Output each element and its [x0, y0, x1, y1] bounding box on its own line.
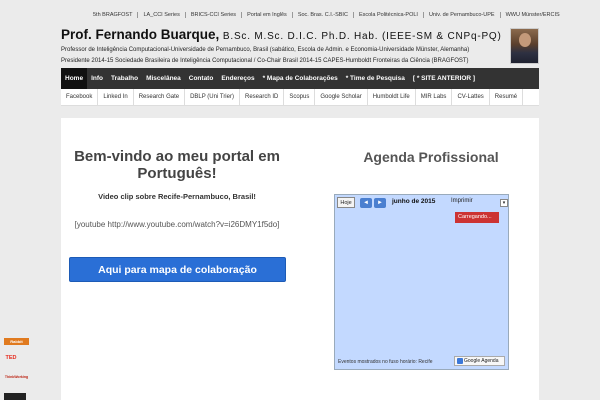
- subnav-scopus[interactable]: Scopus: [284, 88, 316, 106]
- ted-badge[interactable]: TED: [4, 355, 18, 362]
- subnav-humboldt-life[interactable]: Humboldt Life: [368, 88, 416, 106]
- youtube-embed-code: [youtube http://www.youtube.com/watch?v=…: [74, 220, 280, 229]
- calendar-timezone-note: Eventos mostrados no fuso horário: Recif…: [338, 359, 433, 365]
- calendar-widget[interactable]: Hoje ◄ ► junho de 2015 Imprimir ▾ Carreg…: [334, 194, 509, 370]
- calendar-loading-indicator: Carregando...: [455, 212, 499, 223]
- calendar-month-label: junho de 2015: [392, 198, 436, 205]
- top-link[interactable]: BRICS-CCI Series: [186, 12, 243, 18]
- nav-miscelanea[interactable]: Miscelânea: [142, 68, 185, 89]
- main-navigation: Home Info Trabalho Miscelânea Contato En…: [61, 68, 539, 89]
- top-link[interactable]: WWU Münster/ERCIS: [501, 12, 565, 18]
- top-link[interactable]: Soc. Bras. C.I.-SBIC: [293, 12, 354, 18]
- site-description-line1: Professor de Inteligência Computacional-…: [61, 47, 470, 53]
- nav-contato[interactable]: Contato: [185, 68, 218, 89]
- agenda-heading: Agenda Profissional: [363, 149, 499, 165]
- author-degrees: B.Sc. M.Sc. D.I.C. Ph.D. Hab.: [222, 31, 379, 42]
- calendar-dropdown-icon[interactable]: ▾: [500, 199, 508, 207]
- nav-enderecos[interactable]: Endereços: [217, 68, 258, 89]
- nav-time-pesquisa[interactable]: * Time de Pesquisa: [342, 68, 409, 89]
- nav-mapa-colaboracoes[interactable]: * Mapa de Colaborações: [259, 68, 342, 89]
- author-affiliation: (IEEE-SM & CNPq-PQ): [381, 31, 502, 42]
- secondary-navigation: Facebook Linked In Research Gate DBLP (U…: [61, 88, 539, 106]
- top-link[interactable]: Portal em Inglês: [242, 12, 293, 18]
- subnav-resume[interactable]: Resumé: [490, 88, 524, 106]
- calendar-next-icon[interactable]: ►: [374, 198, 386, 208]
- nav-trabalho[interactable]: Trabalho: [107, 68, 142, 89]
- subnav-dblp[interactable]: DBLP (Uni Trier): [185, 88, 240, 106]
- site-title[interactable]: Prof. Fernando Buarque, B.Sc. M.Sc. D.I.…: [61, 27, 502, 42]
- calendar-prev-icon[interactable]: ◄: [360, 198, 372, 208]
- welcome-heading: Bem-vindo ao meu portal em Português!: [74, 148, 280, 182]
- nav-home[interactable]: Home: [61, 68, 88, 89]
- subnav-google-scholar[interactable]: Google Scholar: [315, 88, 368, 106]
- calendar-print-button[interactable]: Imprimir: [451, 198, 473, 204]
- top-links-bar: 5th BRAGFOST LA_CCI Series BRICS-CCI Ser…: [88, 12, 565, 18]
- author-name: Prof. Fernando Buarque,: [61, 27, 220, 42]
- main-content: Bem-vindo ao meu portal em Português! Vi…: [61, 118, 539, 400]
- bottom-badge[interactable]: [4, 393, 26, 400]
- top-link[interactable]: Univ. de Pernambuco-UPE: [424, 12, 501, 18]
- subnav-research-id[interactable]: Research ID: [240, 88, 285, 106]
- top-link[interactable]: LA_CCI Series: [138, 12, 186, 18]
- video-clip-title: Video clip sobre Recife-Pernambuco, Bras…: [98, 192, 256, 201]
- subnav-research-gate[interactable]: Research Gate: [134, 88, 186, 106]
- nav-site-anterior[interactable]: [ * SITE ANTERIOR ]: [409, 68, 479, 89]
- calendar-today-button[interactable]: Hoje: [337, 197, 355, 208]
- author-photo: [510, 28, 539, 64]
- nav-info[interactable]: Info: [87, 68, 107, 89]
- collaboration-map-button[interactable]: Aqui para mapa de colaboração: [69, 257, 286, 282]
- rabbit-badge[interactable]: Rabbit: [4, 338, 29, 345]
- subnav-linkedin[interactable]: Linked In: [98, 88, 134, 106]
- thinking-badge[interactable]: ThinkWorking: [4, 374, 29, 381]
- top-link[interactable]: Escola Politécnica-POLI: [354, 12, 424, 18]
- site-header: 5th BRAGFOST LA_CCI Series BRICS-CCI Ser…: [0, 0, 600, 68]
- google-calendar-button[interactable]: Google Agenda: [454, 356, 505, 366]
- subnav-cv-lattes[interactable]: CV-Lattes: [452, 88, 490, 106]
- site-description-line2: Presidente 2014-15 Sociedade Brasileira …: [61, 58, 469, 64]
- subnav-facebook[interactable]: Facebook: [61, 88, 99, 106]
- subnav-mir-labs[interactable]: MIR Labs: [416, 88, 453, 106]
- top-link[interactable]: 5th BRAGFOST: [88, 12, 139, 18]
